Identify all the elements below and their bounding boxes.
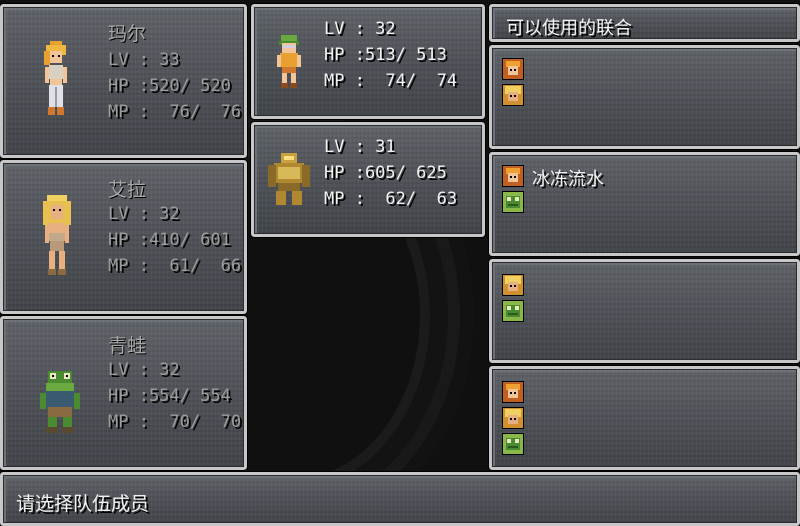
marle-portrait-icon bbox=[502, 165, 524, 187]
ayla-portrait-icon bbox=[502, 274, 524, 296]
level-stat: LV : 32 bbox=[324, 19, 396, 39]
frog-portrait-icon bbox=[502, 300, 524, 322]
hp-stat: HP :513/ 513 bbox=[324, 45, 447, 65]
lucca-sprite bbox=[277, 35, 301, 88]
robo-sprite bbox=[268, 153, 310, 205]
party-member-frog[interactable]: 青蛙 LV : 32 HP :554/ 554 MP : 70/ 70 bbox=[0, 315, 248, 471]
party-member-robo[interactable]: LV : 31 HP :605/ 625 MP : 62/ 63 bbox=[250, 121, 486, 238]
party-member-lucca[interactable]: LV : 32 HP :513/ 513 MP : 74/ 74 bbox=[250, 3, 486, 120]
mp-stat: MP : 70/ 70 bbox=[108, 412, 242, 432]
party-member-marle[interactable]: 玛尔 LV : 33 HP :520/ 520 MP : 76/ 76 bbox=[0, 3, 248, 159]
level-stat: LV : 33 bbox=[108, 50, 180, 70]
mp-stat: MP : 76/ 76 bbox=[108, 102, 242, 122]
mp-stat: MP : 62/ 63 bbox=[324, 189, 458, 209]
level-stat: LV : 32 bbox=[108, 204, 180, 224]
party-member-ayla[interactable]: 艾拉 LV : 32 HP :410/ 601 MP : 61/ 66 bbox=[0, 159, 248, 315]
level-stat: LV : 31 bbox=[324, 137, 396, 157]
frog-sprite bbox=[40, 371, 80, 433]
marle-portrait-icon bbox=[502, 381, 524, 403]
marle-sprite bbox=[44, 41, 67, 115]
mp-stat: MP : 74/ 74 bbox=[324, 71, 458, 91]
frog-portrait-icon bbox=[502, 433, 524, 455]
dual-tech-slot-3[interactable] bbox=[488, 258, 800, 364]
mp-stat: MP : 61/ 66 bbox=[108, 256, 242, 276]
hp-stat: HP :554/ 554 bbox=[108, 386, 231, 406]
dual-tech-slot-2[interactable]: 冰冻流水 bbox=[488, 151, 800, 257]
dual-tech-title: 可以使用的联合 bbox=[506, 18, 632, 39]
hp-stat: HP :410/ 601 bbox=[108, 230, 231, 250]
ayla-portrait-icon bbox=[502, 407, 524, 429]
hp-stat: HP :520/ 520 bbox=[108, 76, 231, 96]
level-stat: LV : 32 bbox=[108, 360, 180, 380]
tech-name: 冰冻流水 bbox=[532, 169, 604, 190]
frog-portrait-icon bbox=[502, 191, 524, 213]
prompt-bar: 请选择队伍成员 bbox=[0, 471, 800, 526]
character-name: 青蛙 bbox=[108, 335, 147, 357]
prompt-text: 请选择队伍成员 bbox=[16, 493, 150, 515]
dual-tech-slot-4[interactable] bbox=[488, 365, 800, 471]
ayla-sprite bbox=[43, 195, 71, 275]
character-name: 玛尔 bbox=[108, 23, 147, 45]
ayla-portrait-icon bbox=[502, 84, 524, 106]
dual-tech-header: 可以使用的联合 bbox=[488, 3, 800, 43]
dual-tech-slot-1[interactable] bbox=[488, 44, 800, 150]
marle-portrait-icon bbox=[502, 58, 524, 80]
character-name: 艾拉 bbox=[108, 179, 147, 201]
hp-stat: HP :605/ 625 bbox=[324, 163, 447, 183]
